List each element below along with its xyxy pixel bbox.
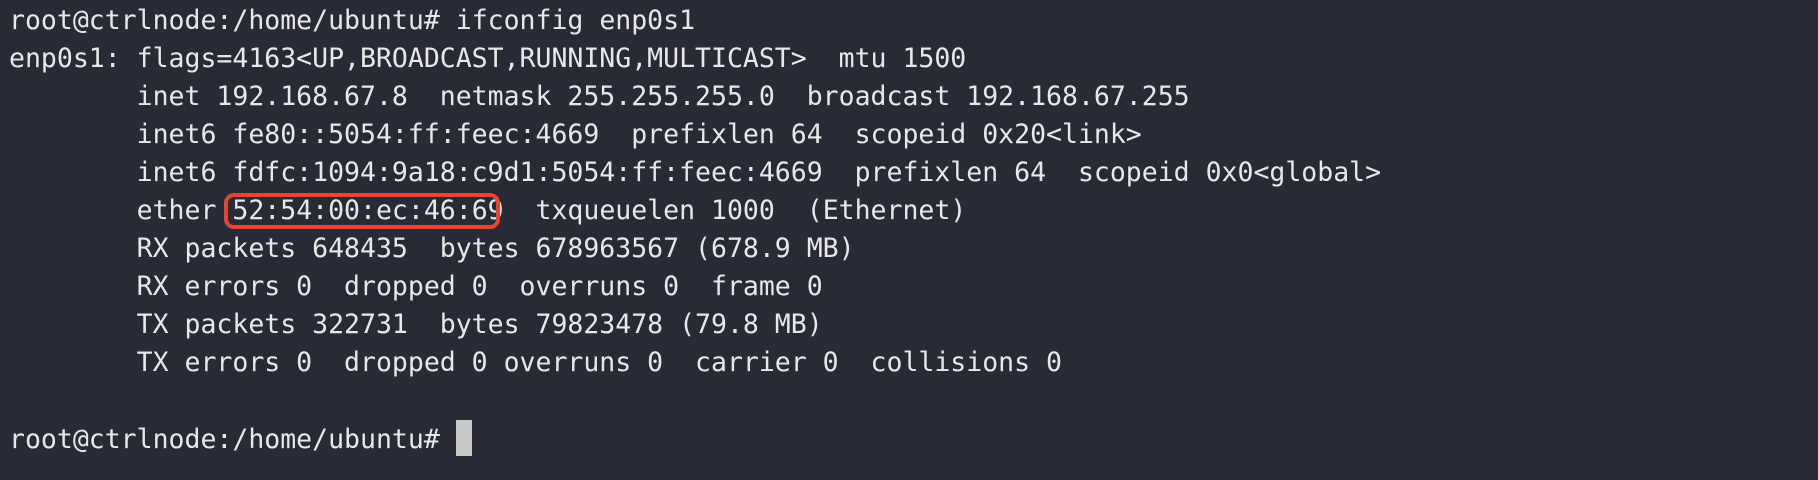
output-line: RX errors 0 dropped 0 overruns 0 frame 0 <box>9 271 823 302</box>
ether-line: ether 52:54:00:ec:46:69 txqueuelen 1000 … <box>9 192 1381 230</box>
ether-label: ether <box>9 195 233 226</box>
final-prompt: root@ctrlnode:/home/ubuntu# <box>9 424 456 455</box>
output-line: inet6 fe80::5054:ff:feec:4669 prefixlen … <box>9 119 1142 150</box>
terminal-output[interactable]: root@ctrlnode:/home/ubuntu# ifconfig enp… <box>9 2 1381 458</box>
mac-address-highlight: 52:54:00:ec:46:69 <box>232 195 504 226</box>
command: ifconfig enp0s1 <box>455 5 696 36</box>
output-line: enp0s1: flags=4163<UP,BROADCAST,RUNNING,… <box>9 43 967 74</box>
output-line: inet6 fdfc:1094:9a18:c9d1:5054:ff:feec:4… <box>9 157 1382 188</box>
output-line: RX packets 648435 bytes 678963567 (678.9… <box>9 233 855 264</box>
output-line: TX errors 0 dropped 0 overruns 0 carrier… <box>9 347 1062 378</box>
ether-details: txqueuelen 1000 (Ethernet) <box>503 195 967 226</box>
output-line: TX packets 322731 bytes 79823478 (79.8 M… <box>9 309 823 340</box>
prompt: root@ctrlnode:/home/ubuntu# <box>9 5 456 36</box>
prompt-line[interactable]: root@ctrlnode:/home/ubuntu# <box>9 420 1381 458</box>
cursor <box>455 420 472 456</box>
output-line: inet 192.168.67.8 netmask 255.255.255.0 … <box>9 81 1190 112</box>
command-line: root@ctrlnode:/home/ubuntu# ifconfig enp… <box>9 2 1381 40</box>
